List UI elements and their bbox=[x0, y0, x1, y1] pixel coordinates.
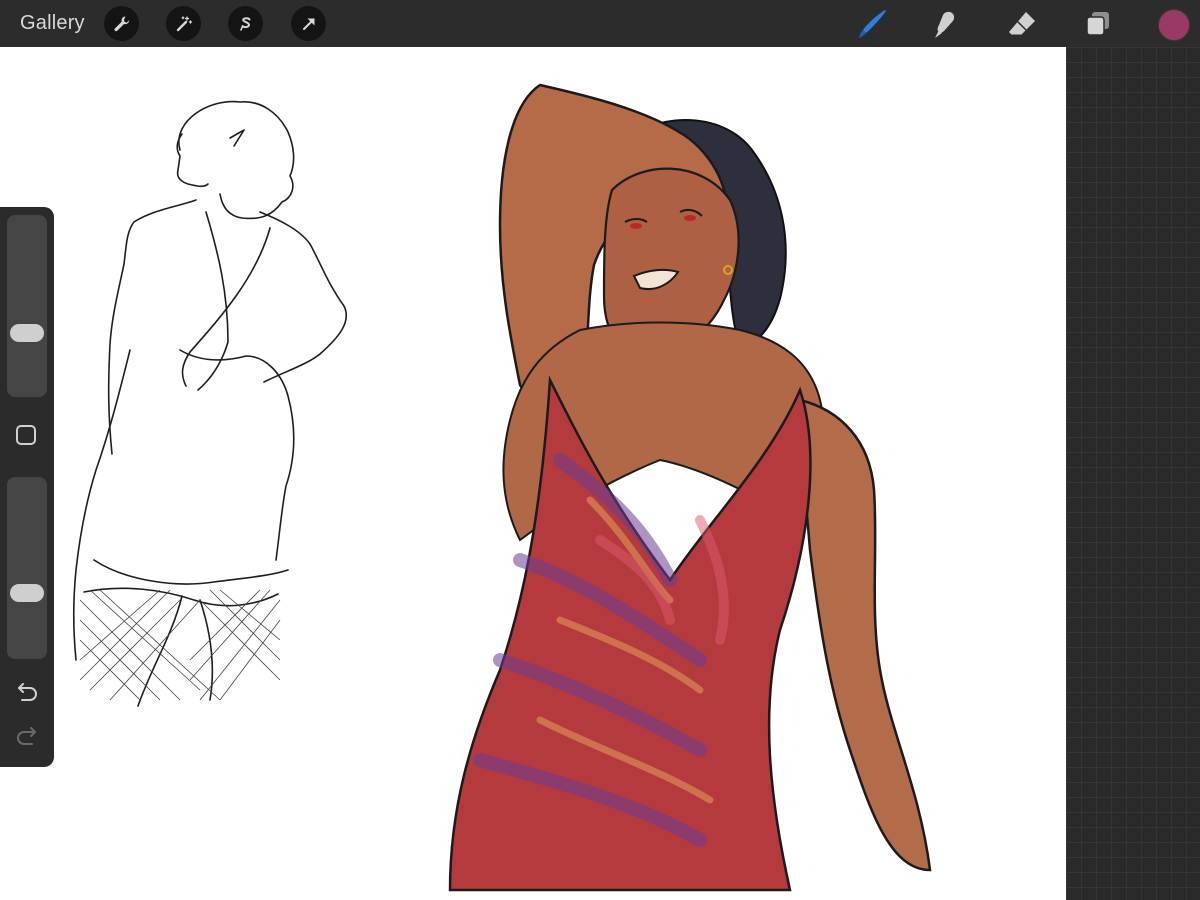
undo-icon[interactable] bbox=[14, 683, 40, 705]
brush-size-slider[interactable] bbox=[7, 215, 47, 397]
line-sketch-figure bbox=[72, 100, 347, 707]
wrench-icon bbox=[114, 16, 129, 31]
selection-button[interactable] bbox=[228, 6, 263, 41]
canvas-background-grid bbox=[1066, 47, 1200, 900]
fishnet-stockings bbox=[79, 589, 281, 701]
smudge-icon bbox=[935, 11, 955, 38]
layers-icon bbox=[1086, 12, 1109, 36]
left-sidebar bbox=[0, 207, 54, 767]
eraser-tool[interactable] bbox=[1004, 6, 1040, 42]
layers-button[interactable] bbox=[1080, 6, 1116, 42]
top-toolbar: Gallery bbox=[0, 0, 1200, 47]
gallery-button[interactable]: Gallery bbox=[20, 12, 85, 35]
brush-size-thumb[interactable] bbox=[10, 323, 44, 342]
artwork bbox=[72, 83, 932, 892]
modify-button[interactable] bbox=[16, 425, 36, 445]
opacity-thumb[interactable] bbox=[10, 584, 44, 603]
brush-icon bbox=[859, 10, 886, 38]
colored-character bbox=[448, 83, 932, 892]
smudge-tool[interactable] bbox=[928, 6, 964, 42]
color-picker-button[interactable] bbox=[1158, 9, 1190, 41]
selection-icon bbox=[239, 16, 250, 31]
opacity-slider[interactable] bbox=[7, 477, 47, 659]
magic-wand-icon bbox=[176, 15, 192, 31]
redo-icon[interactable] bbox=[14, 727, 40, 749]
eraser-icon bbox=[1009, 12, 1035, 36]
actions-button[interactable] bbox=[104, 6, 139, 41]
transform-arrow-icon bbox=[302, 18, 314, 30]
brush-tool[interactable] bbox=[854, 6, 890, 42]
adjustments-button[interactable] bbox=[166, 6, 201, 41]
transform-button[interactable] bbox=[291, 6, 326, 41]
drawing-canvas[interactable] bbox=[0, 47, 1066, 900]
